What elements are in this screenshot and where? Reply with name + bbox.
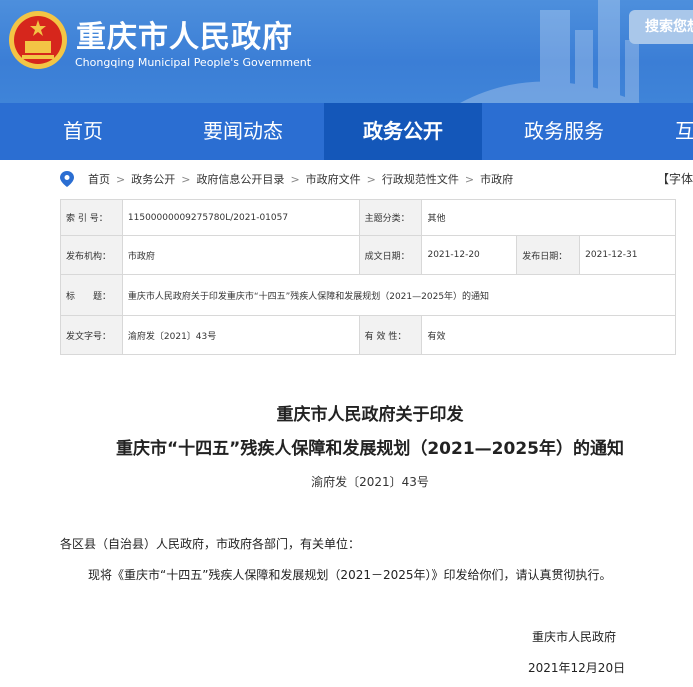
nav-item-home[interactable]: 首页 (40, 103, 126, 160)
site-header: 重庆市人民政府 Chongqing Municipal People's Gov… (0, 0, 693, 103)
validity-value: 有效 (421, 315, 676, 355)
document-title-line1: 重庆市人民政府关于印发 (276, 405, 464, 425)
signature-date: 2021年12月20日 (528, 661, 626, 675)
document-title-line2: 重庆市“十四五”残疾人保障和发展规划（2021—2025年）的通知 (116, 439, 624, 459)
title-value: 重庆市人民政府关于印发重庆市“十四五”残疾人保障和发展规划（2021—2025年… (121, 274, 677, 316)
breadcrumb-home[interactable]: 首页 (88, 171, 110, 187)
breadcrumb-normative-docs[interactable]: 行政规范性文件 (382, 171, 459, 187)
published-date-value: 2021-12-31 (579, 235, 676, 275)
document-body: 现将《重庆市“十四五”残疾人保障和发展规划（2021－2025年）》印发给你们，… (88, 568, 612, 582)
index-label: 索 引 号： (60, 199, 123, 236)
published-date-label: 发布日期： (516, 235, 581, 275)
breadcrumb-municipal-docs[interactable]: 市政府文件 (306, 171, 361, 187)
doc-number-value: 渝府发〔2021〕43号 (121, 315, 360, 355)
issuer-label: 发布机构： (60, 235, 123, 275)
site-title[interactable]: 重庆市人民政府 (76, 12, 293, 56)
nav-item-services[interactable]: 政务服务 (500, 103, 628, 160)
breadcrumb-separator: > (464, 172, 475, 186)
document-addressee: 各区县（自治县）人民政府，市政府各部门，有关单位： (60, 537, 361, 551)
nav-item-gov-affairs[interactable]: 政务公开 (324, 103, 482, 160)
breadcrumb-separator: > (181, 172, 191, 186)
location-pin-icon (60, 171, 74, 187)
breadcrumb-separator: > (116, 172, 126, 186)
breadcrumb: 首页 > 政务公开 > 政府信息公开目录 > 市政府文件 > 行政规范性文件 >… (60, 169, 513, 189)
nav-item-news[interactable]: 要闻动态 (182, 103, 304, 160)
category-label: 主题分类： (358, 199, 423, 236)
breadcrumb-gov-affairs[interactable]: 政务公开 (131, 171, 175, 187)
issuer-value: 市政府 (121, 235, 360, 275)
document-info-table: 索 引 号： 11500000009275780L/2021-01057 主题分… (60, 199, 677, 355)
national-emblem-icon (9, 11, 67, 69)
document-number: 渝府发〔2021〕43号 (311, 475, 429, 489)
doc-number-label: 发文字号： (60, 315, 123, 355)
signature-organization: 重庆市人民政府 (532, 630, 617, 644)
breadcrumb-separator: > (366, 172, 376, 186)
nav-item-interaction[interactable]: 互 (670, 103, 693, 160)
created-date-label: 成文日期： (358, 235, 423, 275)
site-subtitle: Chongqing Municipal People's Government (75, 56, 312, 69)
main-nav: 首页 要闻动态 政务公开 政务服务 互 (0, 103, 693, 160)
created-date-value: 2021-12-20 (421, 235, 518, 275)
search-button[interactable]: 搜索您想 (629, 10, 693, 44)
index-value: 11500000009275780L/2021-01057 (121, 199, 360, 236)
category-value: 其他 (421, 199, 676, 236)
breadcrumb-info-catalog[interactable]: 政府信息公开目录 (196, 171, 284, 187)
font-size-control[interactable]: 【字体 (657, 170, 693, 187)
validity-label: 有 效 性： (358, 315, 423, 355)
breadcrumb-municipal-gov[interactable]: 市政府 (480, 171, 513, 187)
breadcrumb-separator: > (290, 172, 300, 186)
title-label: 标 题： (60, 274, 123, 316)
